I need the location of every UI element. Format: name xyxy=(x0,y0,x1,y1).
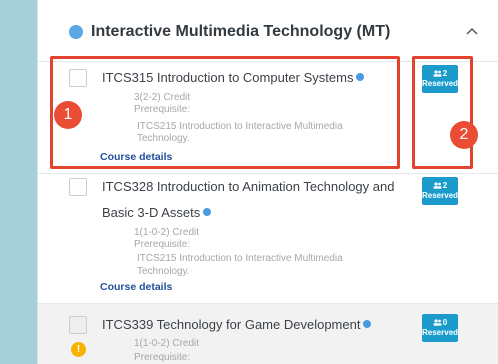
course-checkbox[interactable] xyxy=(69,178,87,196)
course-title-line2: Basic 3-D Assets xyxy=(102,205,201,220)
highlight-box-course xyxy=(50,56,400,169)
highlight-box-status xyxy=(412,56,473,169)
annotation-marker-2: 2 xyxy=(450,121,478,149)
info-icon[interactable] xyxy=(363,320,372,328)
course-item: ITCS328 Introduction to Animation Techno… xyxy=(38,174,498,304)
prerequisite-course-line1: ITCS215 Introduction to Interactive Mult… xyxy=(137,253,343,264)
group-title: Interactive Multimedia Technology (MT) xyxy=(91,23,391,40)
prerequisite-course-line2: Technology. xyxy=(137,266,190,277)
annotation-marker-1: 1 xyxy=(54,101,82,129)
course-item: ITCS339 Technology for Game Development … xyxy=(38,304,498,364)
info-icon[interactable] xyxy=(203,208,212,216)
course-title-line1: ITCS328 Introduction to Animation Techno… xyxy=(102,179,395,194)
reserved-badge[interactable]: 2 Reserved xyxy=(422,177,458,205)
course-credit: 1(1-0-2) Credit xyxy=(134,338,200,349)
course-details-link[interactable]: Course details xyxy=(100,281,172,293)
reserved-count: 0 xyxy=(442,318,448,327)
users-icon xyxy=(433,182,442,189)
course-title-text: ITCS339 Technology for Game Development xyxy=(102,317,361,332)
reserved-label: Reserved xyxy=(422,191,459,200)
course-list-panel: Interactive Multimedia Technology (MT) I… xyxy=(37,0,498,364)
chevron-up-icon[interactable] xyxy=(461,20,483,42)
prerequisite-label: Prerequisite: xyxy=(134,352,191,363)
course-credit: 1(1-0-2) Credit xyxy=(134,227,200,238)
prerequisite-label: Prerequisite: xyxy=(134,239,191,250)
reserved-label: Reserved xyxy=(422,328,459,337)
course-title: ITCS328 Introduction to Animation Techno… xyxy=(102,174,412,226)
course-group-header[interactable]: Interactive Multimedia Technology (MT) xyxy=(38,0,498,62)
course-title: ITCS339 Technology for Game Development xyxy=(102,312,412,338)
warning-icon: ! xyxy=(71,342,86,357)
reserved-badge[interactable]: 0 Reserved xyxy=(422,314,458,342)
users-icon xyxy=(433,319,442,326)
course-checkbox[interactable] xyxy=(69,316,87,334)
circle-icon xyxy=(69,25,83,39)
reserved-count: 2 xyxy=(442,181,448,190)
